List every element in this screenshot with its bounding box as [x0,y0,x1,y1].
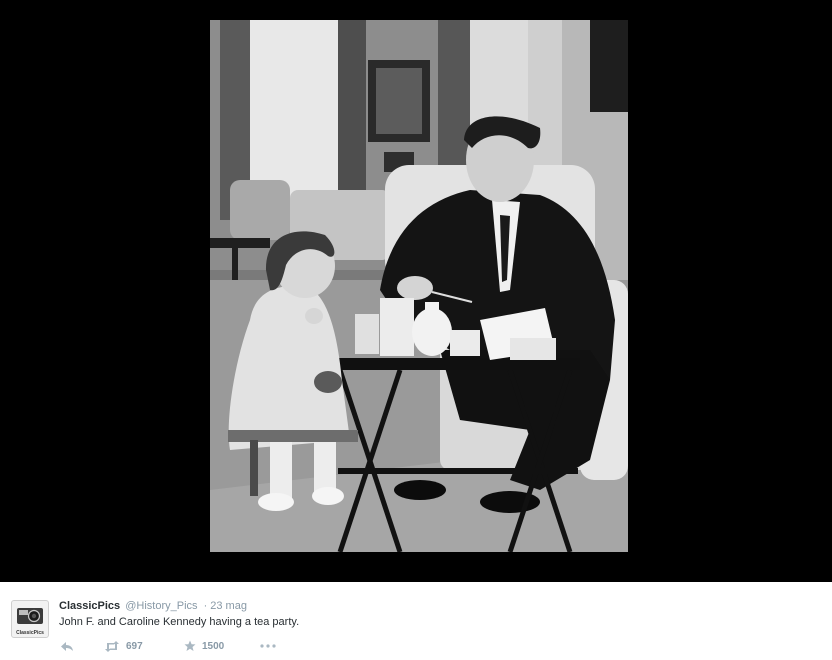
star-icon [184,640,196,651]
avatar[interactable]: ClassicPics [11,600,49,638]
media-viewer [0,0,832,582]
favorite-count: 1500 [202,640,225,652]
tweet-actions: 697 1500 [60,639,276,653]
photo-illustration [210,20,628,552]
retweet-button[interactable]: 697 [104,640,184,652]
display-name[interactable]: ClassicPics [59,600,120,612]
retweet-count: 697 [126,640,143,652]
tweet-text: John F. and Caroline Kennedy having a te… [59,616,300,628]
retweet-icon [105,640,119,652]
tweet-photo[interactable] [210,20,628,552]
more-button[interactable] [260,644,276,648]
favorite-button[interactable]: 1500 [184,640,260,652]
more-icon [260,644,276,648]
reply-button[interactable] [60,641,104,652]
avatar-label: ClassicPics [16,630,44,636]
timestamp[interactable]: 23 mag [210,600,247,612]
reply-icon [61,641,73,651]
separator-dot: · [203,600,208,612]
username-handle[interactable]: @History_Pics [125,600,197,612]
tweet-card: ClassicPics ClassicPics @History_Pics · 2… [0,582,832,660]
tweet-header: ClassicPics @History_Pics · 23 mag [59,600,247,612]
